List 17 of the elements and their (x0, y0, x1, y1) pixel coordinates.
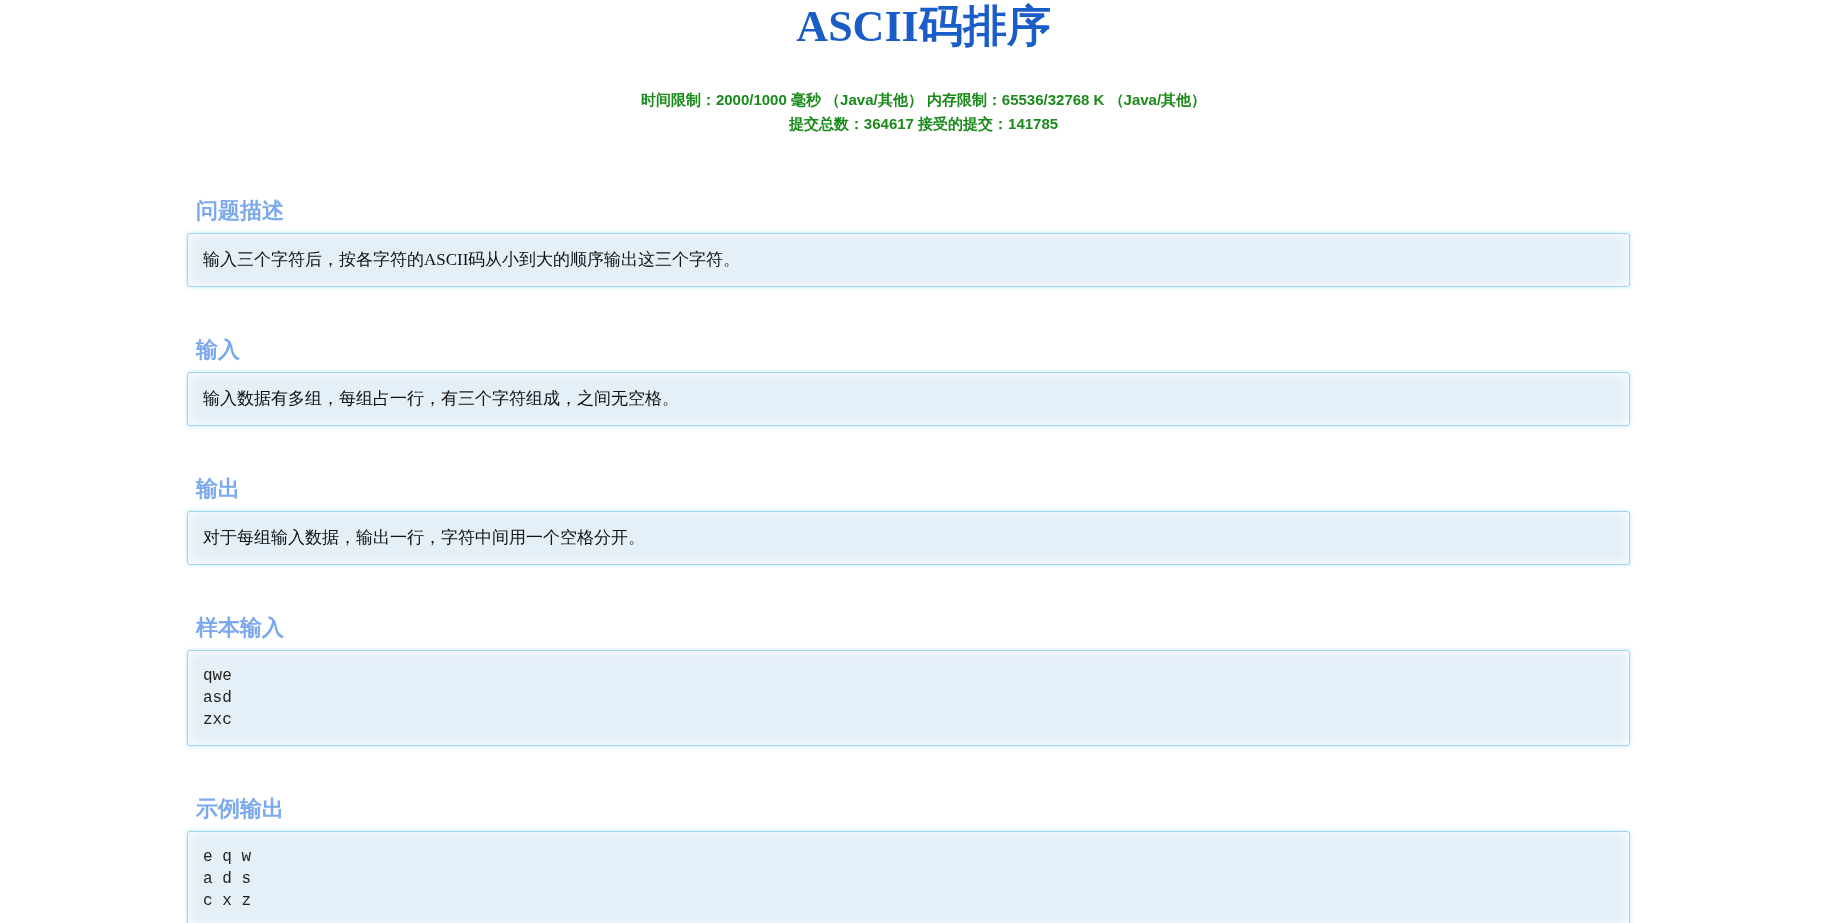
section-heading: 输出 (196, 475, 241, 503)
code-line: a d s (203, 869, 252, 890)
paragraph: 对于每组输入数据，输出一行，字符中间用一个空格分开。 (203, 527, 646, 549)
section-heading: 示例输出 (196, 795, 285, 823)
section-heading: 问题描述 (196, 197, 285, 225)
problem-limits: 提交总数：364617 接受的提交：141785 (788, 114, 1059, 134)
code-line: e q w (203, 847, 252, 868)
paragraph: 输入数据有多组，每组占一行，有三个字符组成，之间无空格。 (203, 388, 680, 410)
problem-limits: 时间限制：2000/1000 毫秒 （Java/其他） 内存限制：65536/32768 K （Java/其他） (640, 90, 1207, 110)
problem-title: ASCII码排序 (796, 1, 1051, 52)
paragraph: 输入三个字符后，按各字符的ASCII码从小到大的顺序输出这三个字符。 (203, 249, 742, 271)
section-heading: 输入 (196, 336, 241, 364)
code-line: zxc (203, 710, 233, 731)
code-line: c x z (203, 891, 252, 912)
code-line: asd (203, 688, 233, 709)
code-line: qwe (203, 666, 233, 687)
section-heading: 样本输入 (196, 614, 285, 642)
